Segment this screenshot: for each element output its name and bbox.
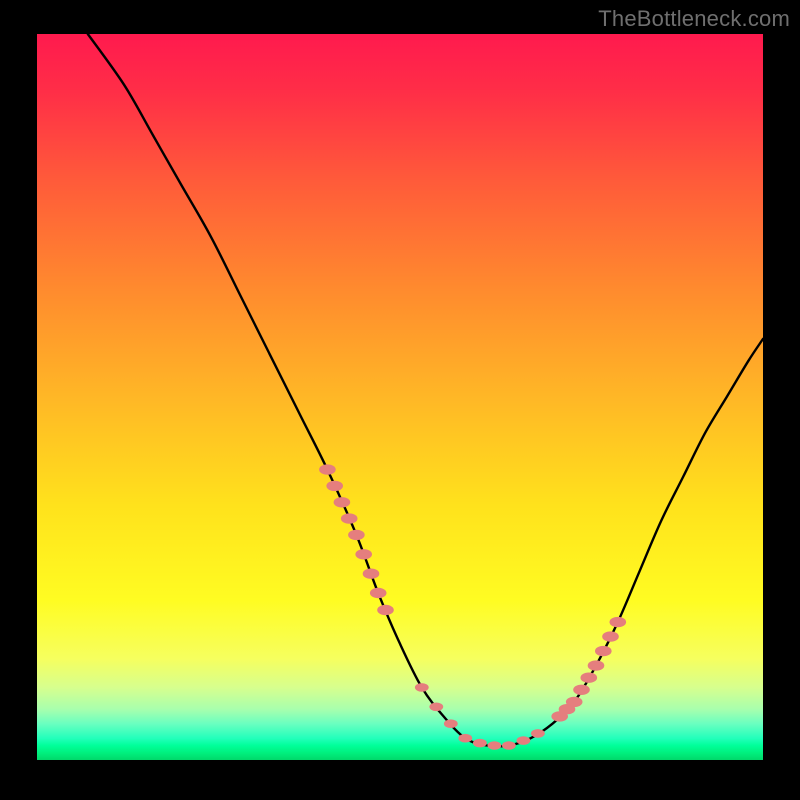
curve-marker-dot: [531, 729, 545, 738]
curve-marker-dot: [517, 736, 531, 745]
curve-marker-dot: [581, 673, 598, 683]
curve-marker-dot: [444, 719, 458, 728]
curve-marker-dot: [488, 741, 502, 750]
curve-marker-dot: [473, 739, 487, 748]
curve-marker-dot: [588, 660, 605, 670]
bottleneck-curve-svg: [37, 34, 763, 760]
curve-marker-dot: [326, 481, 343, 491]
curve-marker-dot: [341, 513, 358, 523]
curve-marker-dot: [319, 464, 336, 474]
curve-marker-dot: [355, 549, 372, 559]
valley-markers: [319, 464, 626, 749]
bottleneck-curve-line: [88, 34, 763, 746]
curve-marker-dot: [377, 605, 394, 615]
curve-marker-dot: [602, 631, 619, 641]
curve-marker-dot: [415, 683, 429, 692]
curve-marker-dot: [502, 741, 516, 750]
curve-marker-dot: [610, 617, 627, 627]
curve-marker-dot: [429, 703, 443, 712]
curve-marker-dot: [334, 497, 351, 507]
curve-marker-dot: [573, 685, 590, 695]
curve-marker-dot: [458, 734, 472, 743]
curve-marker-dot: [595, 646, 612, 656]
curve-marker-dot: [566, 697, 583, 707]
curve-marker-dot: [348, 530, 365, 540]
curve-marker-dot: [363, 569, 380, 579]
watermark-text: TheBottleneck.com: [598, 6, 790, 32]
curve-marker-dot: [370, 588, 387, 598]
plot-area: [37, 34, 763, 760]
